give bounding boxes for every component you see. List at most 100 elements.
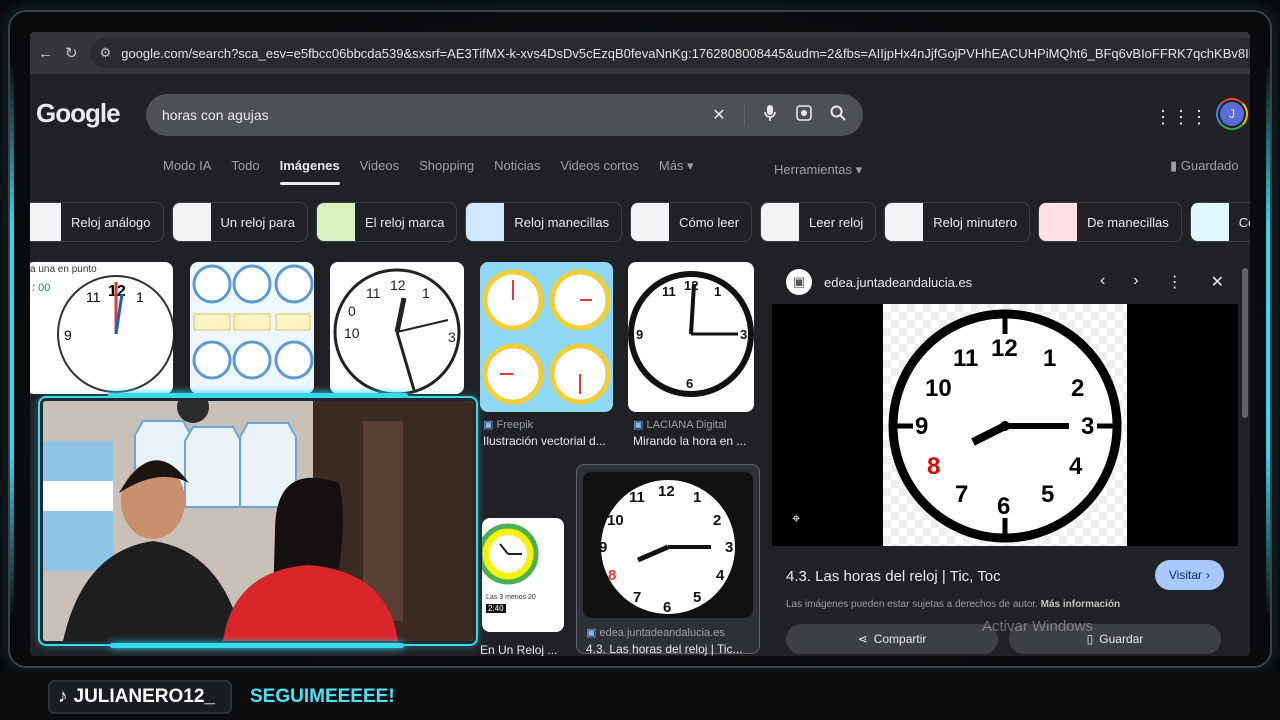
chip[interactable]: Como apre (1189, 202, 1250, 242)
result-meta[interactable]: ▣ Freepik Ilustración vectorial d... (483, 418, 623, 448)
previous-icon[interactable]: ‹ (1100, 272, 1105, 292)
apps-grid-icon[interactable]: ⋮⋮⋮ (1154, 107, 1208, 128)
chip[interactable]: Reloj análogo (30, 202, 164, 242)
bookmark-icon: ▮ (1170, 158, 1181, 173)
stream-overlay: ← ↻ ⚙ google.com/search?sca_esv=e5fbcc06… (0, 0, 1280, 720)
tab-todo[interactable]: Todo (231, 158, 259, 185)
chip-thumbnail (631, 203, 670, 241)
share-button[interactable]: ⋖ Compartir (786, 624, 998, 654)
svg-text:12: 12 (991, 335, 1018, 362)
reload-icon[interactable]: ↻ (65, 42, 78, 64)
microphone-icon[interactable] (761, 104, 779, 127)
search-box[interactable]: horas con agujas ✕ (146, 94, 863, 136)
chip-thumbnail (1190, 203, 1229, 241)
clock-image: 12369111 (628, 271, 754, 397)
chip-thumbnail (466, 203, 505, 241)
chip[interactable]: Leer reloj (760, 202, 877, 242)
svg-text:1: 1 (693, 489, 701, 506)
more-options-icon[interactable]: ⋮ (1167, 272, 1183, 292)
next-icon[interactable]: › (1133, 272, 1138, 292)
tools-button[interactable]: Herramientas ▾ (774, 162, 862, 178)
svg-text:4: 4 (1069, 453, 1083, 480)
svg-text:1: 1 (1043, 345, 1056, 372)
windows-activation-watermark: Activar Windows (982, 618, 1093, 635)
svg-text:9: 9 (64, 327, 72, 343)
svg-text:1: 1 (422, 285, 430, 301)
tab-imagenes[interactable]: Imágenes (280, 158, 340, 185)
svg-text:6: 6 (686, 376, 693, 391)
result-image[interactable]: 12 11 1 10 3 0 (330, 262, 464, 394)
google-lens-icon[interactable]: ⌖ (792, 510, 800, 527)
preview-image: 12 1 2 3 4 5 6 7 8 9 10 11 (883, 304, 1127, 546)
svg-text:9: 9 (599, 539, 607, 556)
close-icon[interactable]: ✕ (1211, 272, 1224, 292)
svg-text:11: 11 (953, 345, 978, 372)
google-header: Google horas con agujas ✕ ⋮⋮⋮ J (30, 74, 1250, 158)
chip-thumbnail (1039, 203, 1078, 241)
chip[interactable]: Un reloj para (171, 202, 308, 242)
result-image[interactable] (190, 262, 314, 394)
svg-text:5: 5 (693, 589, 701, 606)
clock-image: 12 1234567891011 (595, 474, 741, 618)
tab-shopping[interactable]: Shopping (419, 158, 474, 185)
svg-text:1: 1 (714, 284, 721, 299)
related-chips: Reloj análogo Un reloj para El reloj mar… (30, 202, 1250, 242)
streamer-handle: ♪ JULIANERO12_ (48, 680, 232, 714)
result-image[interactable]: a una en punto : 00 121119 (30, 262, 173, 394)
preview-header: ▣ edea.juntadeandalucia.es ‹ › ⋮ ✕ (772, 262, 1238, 302)
preview-source[interactable]: edea.juntadeandalucia.es (824, 275, 972, 290)
svg-text:6: 6 (997, 493, 1010, 520)
svg-text:10: 10 (344, 325, 360, 341)
chip-thumbnail (885, 203, 924, 241)
search-icon[interactable] (829, 105, 847, 126)
address-url: google.com/search?sca_esv=e5fbcc06bbcda5… (121, 45, 1250, 61)
search-input[interactable]: horas con agujas (162, 107, 694, 123)
google-account-avatar[interactable]: J (1216, 98, 1248, 130)
address-bar[interactable]: ⚙ google.com/search?sca_esv=e5fbcc06bbcd… (89, 38, 1250, 68)
clear-icon[interactable]: ✕ (710, 105, 728, 125)
back-icon[interactable]: ← (38, 42, 53, 64)
result-meta[interactable]: En Un Reloj ... (480, 640, 570, 656)
svg-text:12: 12 (684, 278, 698, 293)
preview-image-area[interactable]: 12 1 2 3 4 5 6 7 8 9 10 11 ⌖ (772, 304, 1238, 546)
chip[interactable]: Reloj manecillas (465, 202, 623, 242)
camera-lens-icon[interactable] (795, 104, 813, 127)
svg-text:4: 4 (716, 567, 725, 584)
chip-thumbnail (316, 203, 355, 241)
scrollbar[interactable] (1242, 268, 1248, 418)
result-meta[interactable]: ▣ edea.juntadeandalucia.es 4.3. Las hora… (586, 626, 756, 656)
tab-videos-cortos[interactable]: Videos cortos (560, 158, 639, 185)
frame-glow-left (10, 60, 14, 620)
tab-modo-ia[interactable]: Modo IA (163, 158, 211, 185)
tab-mas[interactable]: Más ▾ (659, 158, 694, 185)
chip[interactable]: Cómo leer (630, 202, 753, 242)
chip[interactable]: De manecillas (1038, 202, 1182, 242)
clock-image: 121119 (57, 275, 173, 393)
result-image[interactable]: 12 3 6 9 1 11 (628, 262, 754, 412)
chip[interactable]: El reloj marca (315, 202, 458, 242)
chip-thumbnail (761, 203, 800, 241)
result-image[interactable]: 12 1 2 3 4 5 6 7 8 9 10 11 (583, 472, 753, 618)
google-logo[interactable]: Google (36, 98, 121, 129)
overlay-slogan: SEGUIMEEEEE! (250, 686, 395, 707)
svg-text:11: 11 (629, 489, 645, 506)
svg-text:1: 1 (136, 289, 144, 305)
svg-text:12: 12 (658, 483, 675, 500)
result-image[interactable] (480, 262, 613, 412)
result-image[interactable]: Las 3 menos 20 2:40 (482, 518, 564, 632)
site-info-icon[interactable]: ⚙ (100, 45, 112, 61)
saved-button[interactable]: ▮ Guardado (1170, 158, 1239, 174)
result-meta[interactable]: ▣ LACIANA Digital Mirando la hora en ... (633, 418, 763, 448)
chip[interactable]: Reloj minutero (884, 202, 1031, 242)
svg-text:6: 6 (663, 599, 671, 616)
svg-text:2: 2 (713, 512, 721, 529)
preview-title[interactable]: 4.3. Las horas del reloj | Tic, Toc (786, 568, 1001, 585)
chip-thumbnail (30, 203, 61, 241)
tab-noticias[interactable]: Noticias (494, 158, 540, 185)
visit-button[interactable]: Visitar › (1154, 560, 1224, 590)
more-info-link[interactable]: Más información (1041, 599, 1120, 610)
clock-image: 12 1234567891011 (888, 309, 1122, 543)
clock-image: 1211 110 30 (333, 268, 461, 394)
tab-videos[interactable]: Videos (360, 158, 400, 185)
copyright-note: Las imágenes pueden estar sujetas a dere… (786, 599, 1121, 610)
